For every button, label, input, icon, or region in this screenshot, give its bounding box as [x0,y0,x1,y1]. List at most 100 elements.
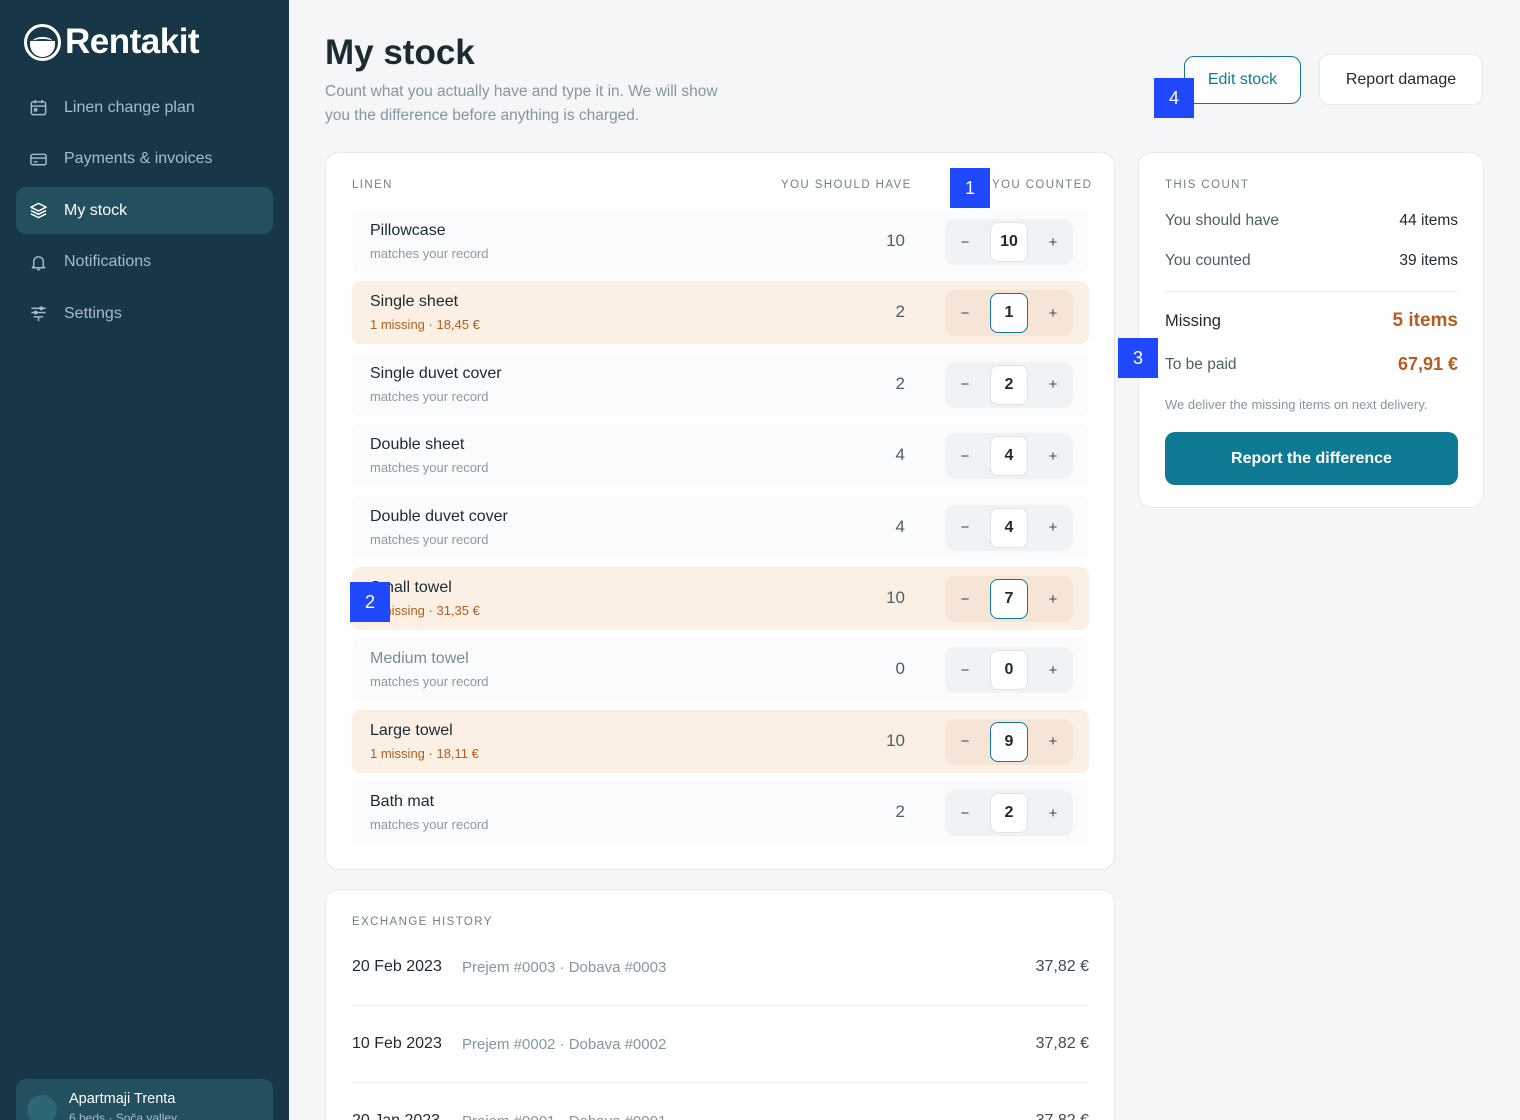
page-subtitle: Count what you actually have and type it… [325,83,718,124]
logo-text: Rentakit [65,22,200,61]
should-have-value: 2 [895,302,905,322]
column-header-you-counted: YOU COUNTED [992,179,1093,191]
edit-stock-button[interactable]: Edit stock [1184,56,1301,104]
increment-button[interactable]: + [1033,290,1073,336]
count-stepper: −4 + [945,433,1073,480]
increment-button[interactable]: + [1033,576,1073,622]
increment-button[interactable]: + [1033,362,1073,408]
stock-row: Bath mat matches your record 2−2 + [352,781,1089,845]
decrement-button[interactable]: − [945,505,985,551]
sidebar: Rentakit Linen change plan Payments & in… [0,0,289,1120]
sidebar-item-notifications[interactable]: Notifications [16,239,273,286]
should-have-value: 10 [886,231,905,250]
linen-status: matches your record [370,460,489,476]
linen-status: 1 missing · 18,45 € [370,317,480,333]
counted-input[interactable]: 7 [990,579,1028,619]
decrement-button[interactable]: − [945,219,985,265]
counted-input[interactable]: 2 [990,364,1028,405]
should-have-value: 4 [895,516,905,536]
linen-name: Single sheet [370,293,459,311]
counted-input[interactable]: 2 [990,793,1028,834]
marker-1: 1 [950,168,990,208]
counted-input[interactable]: 10 [990,222,1028,262]
stock-row: Pillowcase matches your record 10−10 + [352,210,1089,273]
increment-button[interactable]: + [1033,647,1073,693]
page-title: My stock [325,33,475,72]
sidebar-item-label: My stock [64,201,128,219]
logo-icon [24,23,61,61]
count-stepper: −4 + [945,504,1073,551]
sliders-icon [28,304,48,324]
count-summary-card: THIS COUNT You should have 44 items You … [1138,152,1484,508]
column-header-linen: LINEN [352,179,393,191]
linen-name: Large towel [370,721,453,739]
history-amount: 37,82 € [1035,1035,1089,1052]
account-switcher[interactable]: Apartmaji Trenta 6 beds · Soča valley [16,1079,273,1120]
decrement-button[interactable]: − [945,362,985,408]
counted-input[interactable]: 0 [990,650,1028,691]
report-difference-button[interactable]: Report the difference [1165,432,1458,485]
count-stepper: −2 + [945,361,1073,408]
should-have-value: 4 [895,445,905,465]
history-title: EXCHANGE HISTORY [352,916,493,928]
marker-4: 4 [1154,78,1194,118]
count-stepper: −1 + [945,290,1073,337]
avatar [27,1095,57,1120]
decrement-button[interactable]: − [945,576,985,622]
report-damage-button[interactable]: Report damage [1319,54,1483,105]
marker-3: 3 [1118,338,1158,378]
increment-button[interactable]: + [1033,505,1073,551]
divider [352,1005,1089,1006]
increment-button[interactable]: + [1033,790,1073,836]
increment-button[interactable]: + [1033,719,1073,765]
decrement-button[interactable]: − [945,790,985,836]
linen-name: Double duvet cover [370,507,508,525]
increment-button[interactable]: + [1033,219,1073,265]
decrement-button[interactable]: − [945,719,985,765]
summary-value: 44 items [1399,212,1458,229]
increment-button[interactable]: + [1033,433,1073,479]
summary-label: You should have [1165,212,1280,229]
sidebar-item-my-stock[interactable]: My stock [16,187,273,234]
linen-name: Double sheet [370,436,465,454]
summary-should-have: You should have 44 items [1165,212,1458,230]
history-date: 20 Jan 2023 [352,1112,462,1120]
account-subtitle: 6 beds · Soča valley [69,1111,178,1120]
counted-input[interactable]: 4 [990,436,1028,477]
history-row[interactable]: 20 Jan 2023Prejem #0001 · Dobava #0001 37… [352,1101,1089,1120]
history-references: Prejem #0002 · Dobava #0002 [462,1035,667,1053]
linen-status: 1 missing · 18,11 € [370,745,479,761]
history-date: 20 Feb 2023 [352,958,442,975]
exchange-history-card: EXCHANGE HISTORY 20 Feb 2023 Prejem #0003… [325,889,1115,1120]
linen-status: matches your record [370,674,489,690]
stock-row: Single sheet 1 missing · 18,45 € 2 −1 + [352,281,1089,345]
summary-value: 5 items [1392,310,1458,331]
count-stepper: −0 + [945,647,1073,694]
sidebar-item-label: Settings [64,304,122,322]
summary-label: Missing [1165,311,1221,330]
decrement-button[interactable]: − [945,433,985,479]
sidebar-item-payments-invoices[interactable]: Payments & invoices [16,136,273,183]
history-row[interactable]: 20 Feb 2023 Prejem #0003 · Dobava #0003 37… [352,947,1089,987]
sidebar-nav: Linen change plan Payments & invoices My… [16,84,273,342]
counted-input[interactable]: 9 [990,721,1028,762]
sidebar-item-linen-change-plan[interactable]: Linen change plan [16,84,273,131]
stock-row: Small towel 3 missing · 31,35 €10−7 + [352,567,1089,630]
decrement-button[interactable]: − [945,290,985,336]
sidebar-item-settings[interactable]: Settings [16,290,273,337]
history-amount: 37,82 € [1035,958,1089,975]
decrement-button[interactable]: − [945,647,985,693]
summary-missing: Missing 5 items [1165,310,1458,332]
should-have-value: 10 [886,588,905,607]
counted-input[interactable]: 4 [990,507,1028,548]
linen-status: matches your record [370,388,489,404]
linen-status: matches your record [370,246,489,261]
logo[interactable]: Rentakit [24,22,200,62]
summary-to-be-paid: To be paid 67,91 € [1165,354,1458,375]
should-have-value: 10 [886,730,905,750]
calendar-icon [28,98,48,118]
counted-input[interactable]: 1 [990,293,1028,334]
history-row[interactable]: 10 Feb 2023 Prejem #0002 · Dobava #0002 37… [352,1024,1089,1064]
history-references: Prejem #0001 · Dobava #0001 [462,1113,666,1120]
marker-2: 2 [350,582,390,622]
